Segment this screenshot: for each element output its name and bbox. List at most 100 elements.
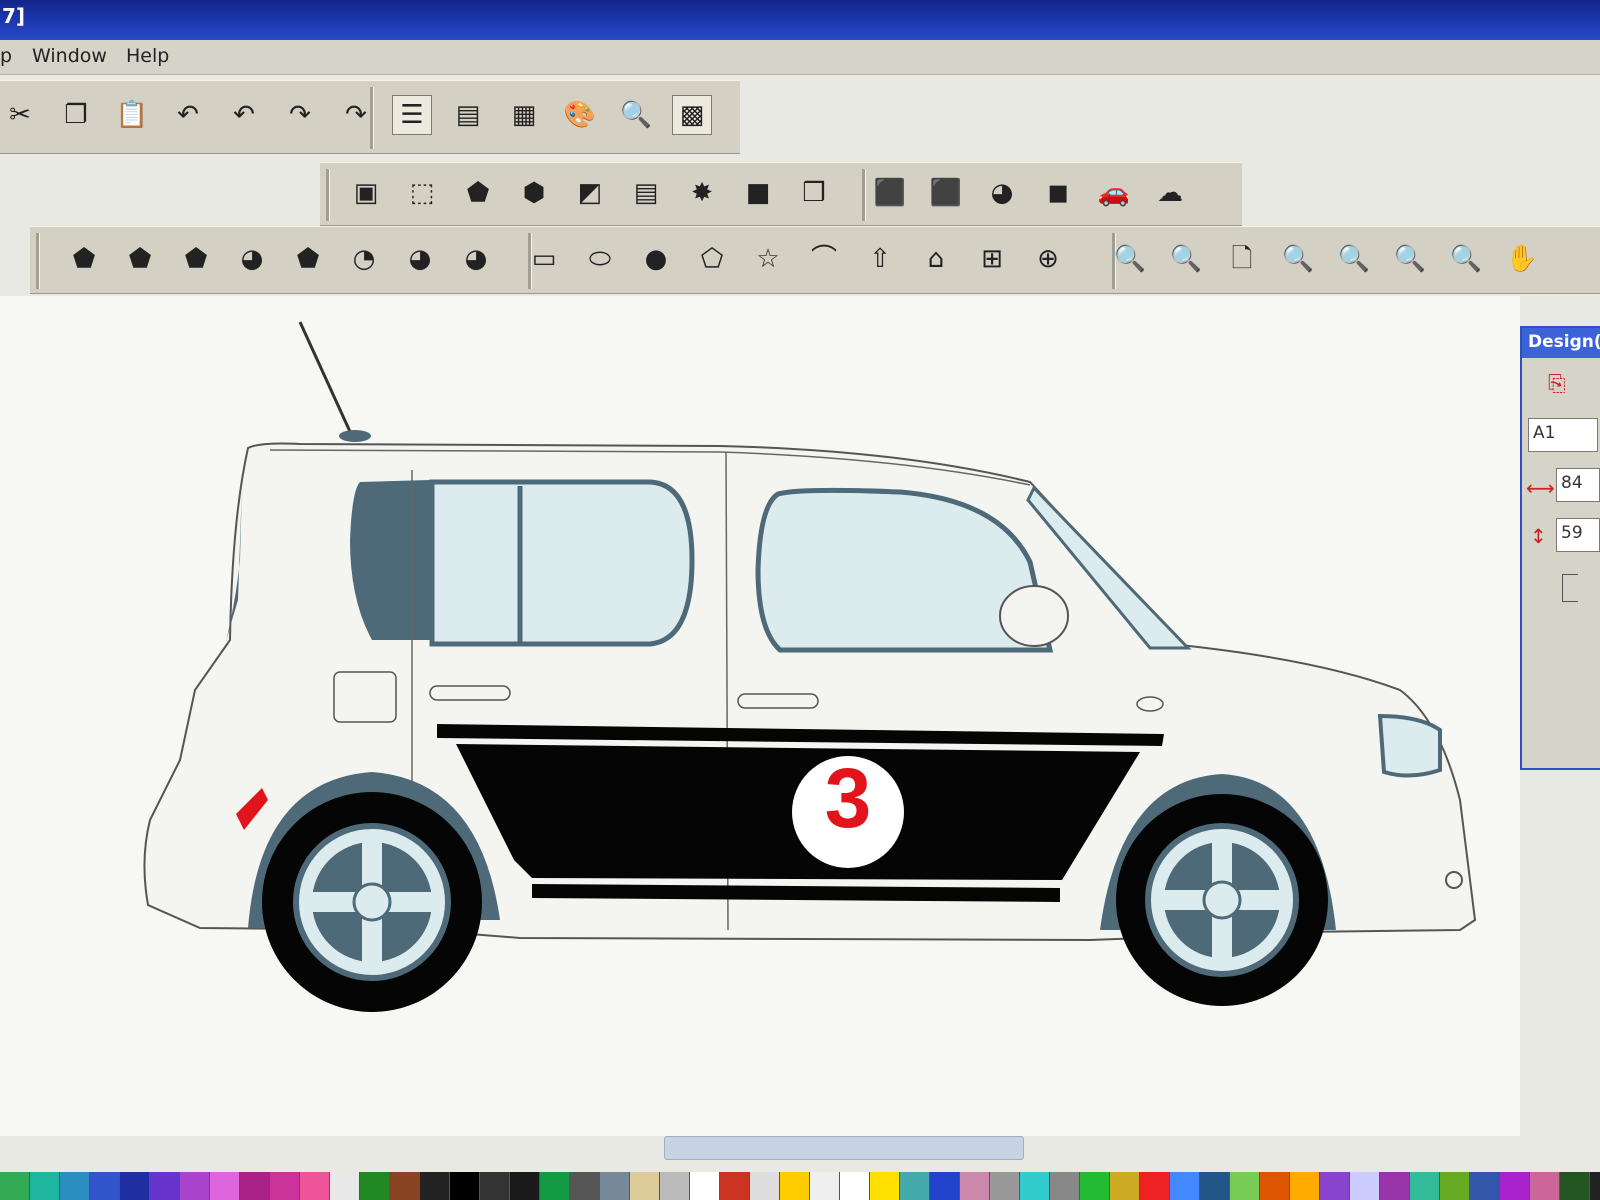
arc-tool-icon[interactable]: ⌒ [804, 239, 844, 279]
palette-swatch[interactable] [270, 1172, 300, 1200]
palette-swatch[interactable] [660, 1172, 690, 1200]
blend-shape-2-icon[interactable]: ⬟ [120, 239, 160, 279]
palette-swatch[interactable] [60, 1172, 90, 1200]
horizontal-scrollbar-thumb[interactable] [664, 1136, 1024, 1160]
contour-shape-icon[interactable]: ◕ [982, 173, 1022, 213]
palette-swatch[interactable] [450, 1172, 480, 1200]
fill-inspector-icon[interactable]: 🔍 [616, 95, 656, 135]
zoom-page-icon[interactable]: 🗋 [1222, 239, 1262, 279]
lock-aspect-checkbox[interactable] [1562, 574, 1578, 602]
palette-swatch[interactable] [0, 1172, 30, 1200]
palette-swatch[interactable] [1170, 1172, 1200, 1200]
paste-icon[interactable]: 📋 [112, 95, 152, 135]
palette-swatch[interactable] [330, 1172, 360, 1200]
palette-swatch[interactable] [1440, 1172, 1470, 1200]
palette-swatch[interactable] [180, 1172, 210, 1200]
menu-item-partial[interactable]: p [0, 45, 12, 67]
undo-multiple-icon[interactable]: ↶ [224, 95, 264, 135]
palette-swatch[interactable] [1050, 1172, 1080, 1200]
ellipse-tool-icon[interactable]: ⬭ [580, 239, 620, 279]
undo-icon[interactable]: ↶ [168, 95, 208, 135]
palette-swatch[interactable] [810, 1172, 840, 1200]
blend-shape-8-icon[interactable]: ◕ [456, 239, 496, 279]
palette-swatch[interactable] [420, 1172, 450, 1200]
combine-shapes-icon[interactable]: ◩ [570, 173, 610, 213]
zoom-color-icon[interactable]: 🔍 [1446, 239, 1486, 279]
palette-swatch[interactable] [480, 1172, 510, 1200]
palette-swatch[interactable] [390, 1172, 420, 1200]
circle-tool-icon[interactable]: ● [636, 239, 676, 279]
node-edit-icon[interactable]: ⬛ [926, 173, 966, 213]
pentagon-tool-icon[interactable]: ⬠ [692, 239, 732, 279]
palette-swatch[interactable] [1290, 1172, 1320, 1200]
color-palette-icon[interactable]: 🎨 [560, 95, 600, 135]
redo-multiple-icon[interactable]: ↷ [336, 95, 376, 135]
palette-swatch[interactable] [120, 1172, 150, 1200]
palette-swatch[interactable] [300, 1172, 330, 1200]
palette-swatch[interactable] [1080, 1172, 1110, 1200]
dimension-tool-icon[interactable]: ⊞ [972, 239, 1012, 279]
palette-swatch[interactable] [540, 1172, 570, 1200]
dashed-select-icon[interactable]: ⬚ [402, 173, 442, 213]
blend-shape-5-icon[interactable]: ⬟ [288, 239, 328, 279]
palette-swatch[interactable] [690, 1172, 720, 1200]
menu-item-window[interactable]: Window [32, 45, 107, 67]
blend-shape-7-icon[interactable]: ◕ [400, 239, 440, 279]
palette-swatch[interactable] [1560, 1172, 1590, 1200]
color-grid-icon[interactable]: ▩ [672, 95, 712, 135]
crosshair-tool-icon[interactable]: ⊕ [1028, 239, 1068, 279]
bevel-shape-icon[interactable]: ■ [738, 173, 778, 213]
zoom-fit-icon[interactable]: 🔍 [1110, 239, 1150, 279]
zoom-selection-icon[interactable]: 🔍 [1334, 239, 1374, 279]
blend-shape-6-icon[interactable]: ◔ [344, 239, 384, 279]
palette-swatch[interactable] [1350, 1172, 1380, 1200]
select-frame-icon[interactable]: ▣ [346, 173, 386, 213]
height-field[interactable]: 59 [1556, 518, 1600, 552]
palette-swatch[interactable] [870, 1172, 900, 1200]
palette-swatch[interactable] [1320, 1172, 1350, 1200]
weld-shape-icon[interactable]: ⬟ [458, 173, 498, 213]
palette-swatch[interactable] [900, 1172, 930, 1200]
hatch-fill-icon[interactable]: ▤ [626, 173, 666, 213]
blend-shape-3-icon[interactable]: ⬟ [176, 239, 216, 279]
palette-swatch[interactable] [1260, 1172, 1290, 1200]
palette-swatch[interactable] [840, 1172, 870, 1200]
cloud-shape-icon[interactable]: ☁ [1150, 173, 1190, 213]
3d-box-icon[interactable]: ❒ [794, 173, 834, 213]
star-tool-icon[interactable]: ☆ [748, 239, 788, 279]
palette-swatch[interactable] [990, 1172, 1020, 1200]
palette-swatch[interactable] [1380, 1172, 1410, 1200]
palette-swatch[interactable] [1200, 1172, 1230, 1200]
arrow-tool-icon[interactable]: ⇧ [860, 239, 900, 279]
width-field[interactable]: 84 [1556, 468, 1600, 502]
palette-swatch[interactable] [1470, 1172, 1500, 1200]
palette-swatch[interactable] [1530, 1172, 1560, 1200]
vehicle-template-icon[interactable]: 🚗 [1094, 173, 1134, 213]
zoom-out-icon[interactable]: 🔍 [1278, 239, 1318, 279]
zoom-previous-icon[interactable]: 🔍 [1390, 239, 1430, 279]
palette-swatch[interactable] [510, 1172, 540, 1200]
layer-list-icon[interactable]: ▤ [448, 95, 488, 135]
pan-hand-icon[interactable]: ✋ [1502, 239, 1542, 279]
zoom-in-icon[interactable]: 🔍 [1166, 239, 1206, 279]
rectangle-tool-icon[interactable]: ▭ [524, 239, 564, 279]
palette-swatch[interactable] [1140, 1172, 1170, 1200]
palette-swatch[interactable] [1230, 1172, 1260, 1200]
print-preview-icon[interactable]: ▦ [504, 95, 544, 135]
palette-swatch[interactable] [600, 1172, 630, 1200]
palette-swatch[interactable] [960, 1172, 990, 1200]
palette-swatch[interactable] [90, 1172, 120, 1200]
design-panel-page-icon[interactable]: ⎘ [1548, 372, 1566, 397]
blend-shape-1-icon[interactable]: ⬟ [64, 239, 104, 279]
object-properties-icon[interactable]: ☰ [392, 95, 432, 135]
palette-swatch[interactable] [630, 1172, 660, 1200]
shadow-shape-icon[interactable]: ◼ [1038, 173, 1078, 213]
blend-shape-4-icon[interactable]: ◕ [232, 239, 272, 279]
shape-solid-icon[interactable]: ⬢ [514, 173, 554, 213]
menu-item-help[interactable]: Help [126, 45, 169, 67]
design-name-field[interactable]: A1 [1528, 418, 1598, 452]
copy-icon[interactable]: ❐ [56, 95, 96, 135]
palette-swatch[interactable] [930, 1172, 960, 1200]
palette-swatch[interactable] [780, 1172, 810, 1200]
palette-swatch[interactable] [1410, 1172, 1440, 1200]
